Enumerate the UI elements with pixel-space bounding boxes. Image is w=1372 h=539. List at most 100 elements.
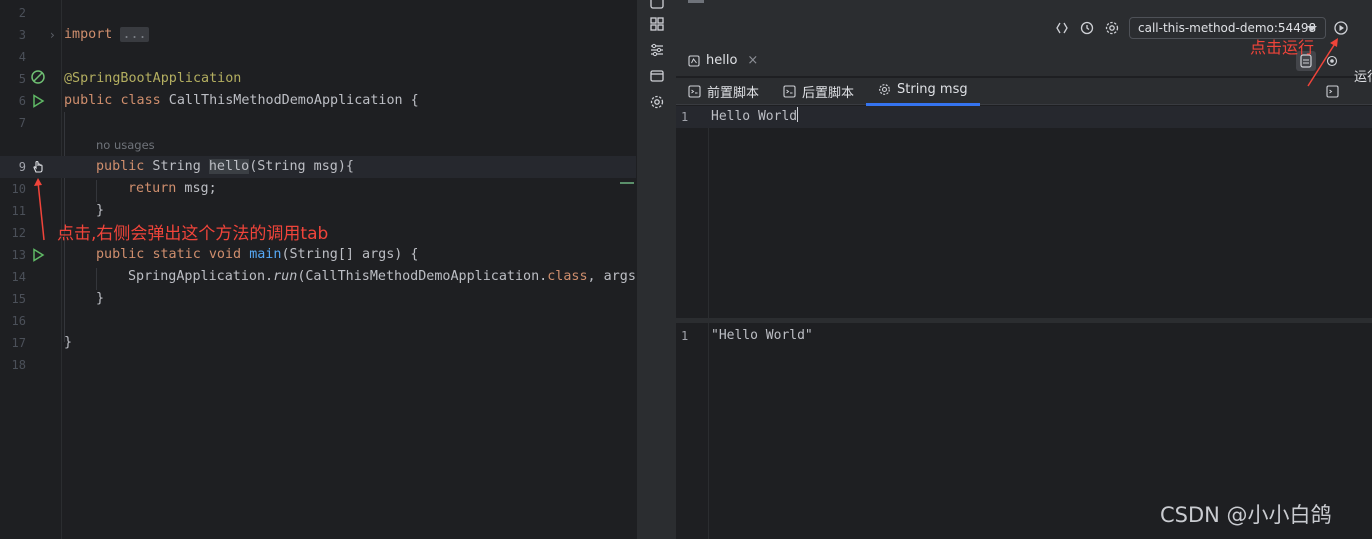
spring-bean-icon[interactable] xyxy=(31,70,45,84)
tab-label: 前置脚本 xyxy=(707,86,760,101)
tab-label: String msg xyxy=(897,82,968,97)
code-line[interactable]: 4 xyxy=(0,46,636,68)
line-number: 17 xyxy=(11,336,26,350)
brace: } xyxy=(96,291,105,306)
keyword: class xyxy=(120,93,161,108)
code-line[interactable]: 18 xyxy=(0,354,636,376)
history-icon[interactable] xyxy=(1079,20,1095,36)
line-number: 12 xyxy=(11,226,26,240)
annotation-label: 点击运行 xyxy=(1250,38,1315,57)
annotation-arrow-icon xyxy=(34,178,45,241)
gear-icon[interactable] xyxy=(647,92,667,112)
request-editor[interactable]: 1 Hello World xyxy=(676,106,1372,318)
gutter-divider xyxy=(708,323,709,539)
folded-region[interactable]: ... xyxy=(120,27,149,42)
method-call-panel: call-this-method-demo:54498 hello × 前置脚本… xyxy=(676,0,1372,539)
code-text: public class CallThisMethodDemoApplicati… xyxy=(64,90,419,112)
run-icon[interactable] xyxy=(1333,20,1349,36)
tool-icon[interactable] xyxy=(1054,20,1070,36)
code-line[interactable]: 5 @SpringBootApplication xyxy=(0,68,636,90)
code-line: 1 "Hello World" xyxy=(676,325,1372,347)
line-number: 2 xyxy=(18,6,26,20)
code-line[interactable]: 10 return msg; xyxy=(0,178,636,200)
request-body-text[interactable]: Hello World xyxy=(711,106,799,128)
code-editor[interactable]: 2 3 › import ... 4 5 @SpringBootApplicat… xyxy=(0,0,636,539)
fold-chevron-icon[interactable]: › xyxy=(50,24,55,46)
tab-pre-script[interactable]: 前置脚本 xyxy=(688,82,759,101)
scroll-marker xyxy=(620,182,634,184)
method-name: main xyxy=(249,247,282,262)
run-config-label: call-this-method-demo:54498 xyxy=(1138,21,1317,35)
line-number: 5 xyxy=(18,72,26,86)
gear-icon xyxy=(879,84,890,95)
line-number: 10 xyxy=(11,182,26,196)
method-name[interactable]: hello xyxy=(208,159,250,174)
keyword: public xyxy=(96,159,145,174)
args: (CallThisMethodDemoApplication. xyxy=(297,269,548,284)
type: String xyxy=(144,159,209,174)
line-number: 7 xyxy=(18,116,26,130)
code-line[interactable]: 14 SpringApplication.run(CallThisMethodD… xyxy=(0,266,636,288)
close-icon[interactable]: × xyxy=(747,53,758,68)
text-caret xyxy=(797,107,799,122)
line-number: 14 xyxy=(11,270,26,284)
script-icon xyxy=(783,85,796,98)
keyword: return xyxy=(128,181,177,196)
tab-hello[interactable]: hello × xyxy=(688,53,758,68)
tab-string-msg[interactable]: String msg xyxy=(866,82,980,106)
tab-label: hello xyxy=(706,53,738,68)
response-body-text: "Hello World" xyxy=(711,328,813,343)
line-number: 16 xyxy=(11,314,26,328)
line-number: 18 xyxy=(11,358,26,372)
method-call: run xyxy=(273,269,298,284)
watermark: CSDN @小小白鸽 xyxy=(1160,503,1332,527)
line-number: 3 xyxy=(18,28,26,42)
code-text: import ... xyxy=(64,24,149,46)
line-number: 1 xyxy=(681,329,689,343)
code-line[interactable]: 6 public class CallThisMethodDemoApplica… xyxy=(0,90,636,112)
gear-icon[interactable] xyxy=(1104,20,1120,36)
code-text: public String hello(String msg){ xyxy=(96,156,354,178)
code-line-current[interactable]: 1 Hello World xyxy=(676,106,1372,128)
code-text: SpringApplication.run(CallThisMethodDemo… xyxy=(128,266,636,288)
class-name: CallThisMethodDemoApplication { xyxy=(160,93,419,108)
sliders-icon[interactable] xyxy=(647,40,667,60)
code-line[interactable]: 17 } xyxy=(0,332,636,354)
keyword: public xyxy=(64,93,113,108)
code-line[interactable]: 16 xyxy=(0,310,636,332)
code-line-current[interactable]: 9 public String hello(String msg){ xyxy=(0,156,636,178)
call-method-hand-icon[interactable] xyxy=(31,160,45,174)
code-line[interactable]: 2 xyxy=(0,2,636,24)
code-line[interactable]: 15 } xyxy=(0,288,636,310)
code-line[interactable]: 3 › import ... xyxy=(0,24,636,46)
code-text: public static void main(String[] args) { xyxy=(96,244,419,266)
line-number: 11 xyxy=(11,204,26,218)
line-number: 13 xyxy=(11,248,26,262)
keyword: import xyxy=(64,27,113,42)
tool-window-strip xyxy=(636,0,676,539)
annotation-label: 点击,右侧会弹出这个方法的调用tab xyxy=(57,224,329,244)
params: (String msg){ xyxy=(249,159,354,174)
brace: } xyxy=(64,335,73,350)
tab-post-script[interactable]: 后置脚本 xyxy=(783,82,854,101)
line-number: 1 xyxy=(681,110,689,124)
code-line[interactable]: 7 xyxy=(0,112,636,134)
run-gutter-icon[interactable] xyxy=(31,248,45,262)
return-value: msg; xyxy=(176,181,217,196)
structure-grid-icon[interactable] xyxy=(647,14,667,34)
script-icon xyxy=(688,85,701,98)
api-panel-icon[interactable] xyxy=(647,66,667,86)
code-text: return msg; xyxy=(128,178,217,200)
annotation-text: @SpringBootApplication xyxy=(64,71,242,86)
run-gutter-icon[interactable] xyxy=(31,94,45,108)
usage-hint: no usages xyxy=(96,138,155,152)
line-number: 9 xyxy=(18,160,26,174)
keyword: public xyxy=(96,247,145,262)
class-ref: SpringApplication. xyxy=(128,269,274,284)
tool-icon[interactable] xyxy=(647,0,667,12)
line-number: 6 xyxy=(18,94,26,108)
gutter-divider xyxy=(708,106,709,318)
run-tooltip: 运行 xyxy=(1354,70,1372,85)
args: , args) xyxy=(587,269,636,284)
code-line[interactable]: 13 public static void main(String[] args… xyxy=(0,244,636,266)
